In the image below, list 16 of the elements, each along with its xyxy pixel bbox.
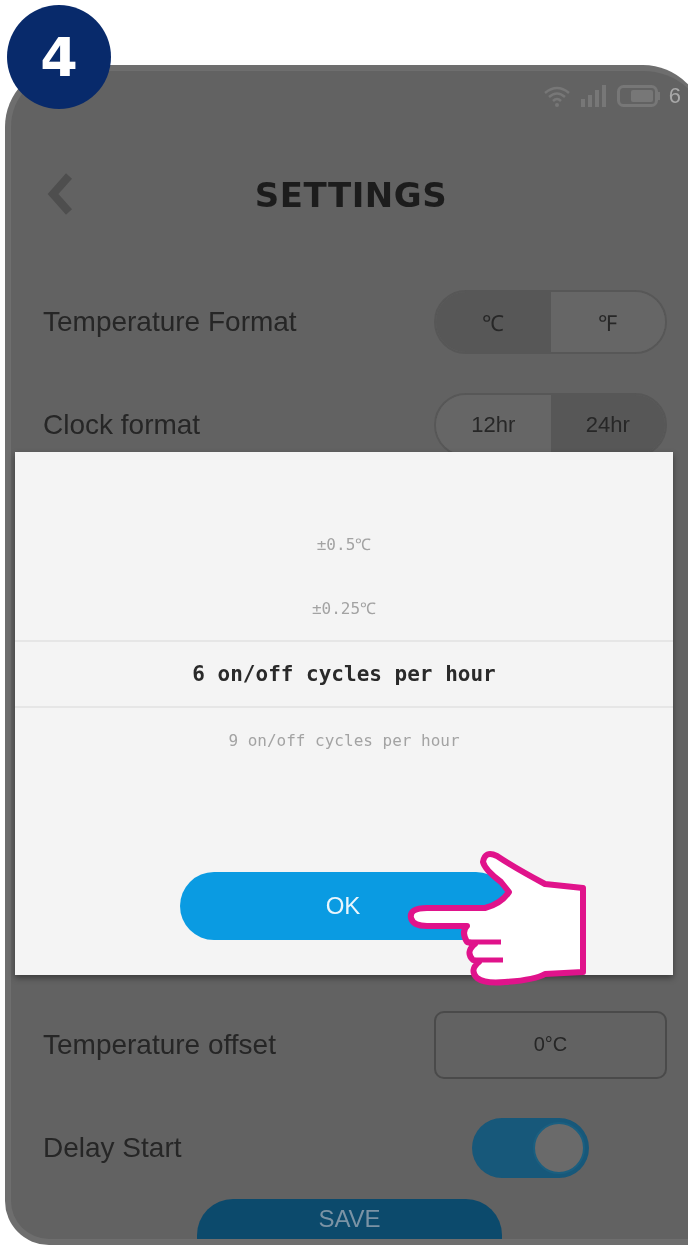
step-badge: 4 <box>7 5 111 109</box>
segment-option[interactable]: ℃ <box>436 291 551 352</box>
setting-label: Delay Start <box>43 1131 182 1164</box>
setting-label: Clock format <box>43 408 201 441</box>
picker-option[interactable]: 9 on/off cycles per hour <box>15 708 673 772</box>
save-button[interactable]: SAVE <box>197 1199 502 1239</box>
picker-option[interactable]: ±0.25℃ <box>15 576 673 640</box>
setting-label: Temperature offset <box>43 1028 276 1061</box>
screen-title: SETTINGS <box>254 175 448 215</box>
input-field[interactable]: 0°C <box>434 1010 667 1079</box>
segment-option[interactable]: ℉ <box>550 291 665 352</box>
picker-option[interactable]: 6 on/off cycles per hour <box>15 640 673 708</box>
setting-label: Temperature Format <box>43 305 297 338</box>
battery-percent: 6 <box>668 82 681 109</box>
picker-option[interactable]: ±0.5℃ <box>15 512 673 576</box>
segment-option[interactable]: 12hr <box>436 394 551 455</box>
